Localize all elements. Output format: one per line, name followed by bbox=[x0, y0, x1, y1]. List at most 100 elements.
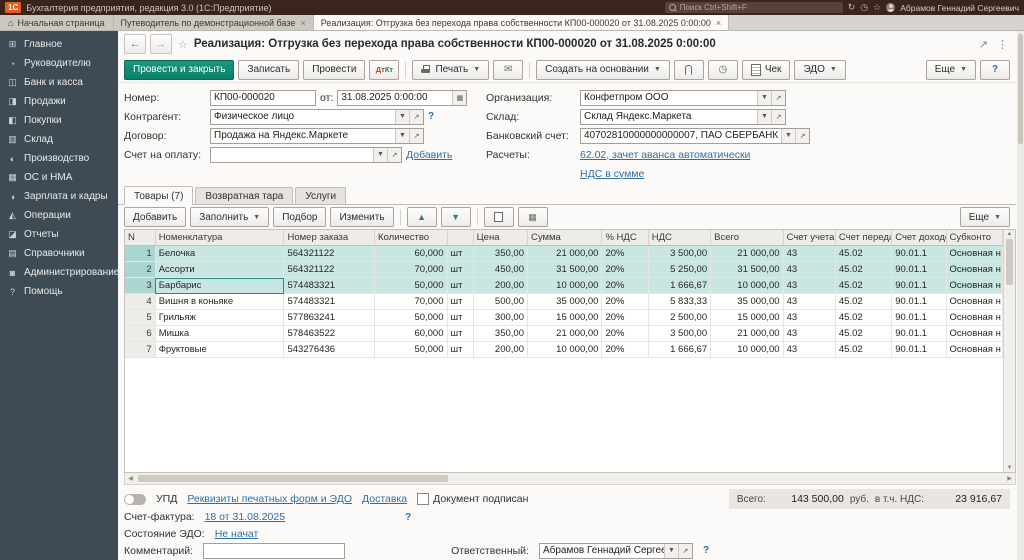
open-item-icon[interactable]: ↗ bbox=[409, 109, 423, 124]
move-up-button[interactable]: ▲ bbox=[406, 207, 437, 227]
table-cell[interactable]: Грильяж bbox=[155, 309, 285, 326]
table-cell[interactable]: 21 000,00 bbox=[710, 245, 784, 262]
dropdown-icon[interactable]: ▼ bbox=[757, 90, 771, 105]
sidebar-item-directories[interactable]: ▤ Справочники bbox=[0, 244, 118, 263]
forward-button[interactable]: → bbox=[150, 34, 172, 54]
post-and-close-button[interactable]: Провести и закрыть bbox=[124, 59, 235, 80]
table-row-4[interactable]: 4 Вишня в коньяке 574483321 70,000 шт 500,00 3… bbox=[125, 293, 1003, 310]
reminder-button[interactable]: ◷ bbox=[707, 59, 738, 80]
more-button[interactable]: Еще ▼ bbox=[925, 59, 976, 80]
table-cell[interactable]: 2 bbox=[125, 261, 156, 278]
scrollbar-thumb[interactable] bbox=[1006, 239, 1013, 285]
table-cell[interactable]: 90.01.1 bbox=[891, 341, 947, 358]
sidebar-item-admin[interactable]: ◙ Администрирование bbox=[0, 263, 120, 282]
sidebar-item-assets[interactable]: ▦ ОС и НМА bbox=[0, 168, 118, 187]
table-cell[interactable]: 35 000,00 bbox=[527, 293, 603, 310]
calendar-icon[interactable]: ▦ bbox=[452, 90, 467, 105]
document-signed-checkbox[interactable]: Документ подписан bbox=[417, 493, 528, 505]
table-cell[interactable]: Фруктовые bbox=[155, 341, 285, 358]
table-cell[interactable]: 43 bbox=[783, 261, 836, 278]
open-item-icon[interactable]: ↗ bbox=[771, 109, 785, 124]
column-header-6[interactable]: Сумма bbox=[527, 230, 603, 246]
table-cell[interactable]: 1 bbox=[125, 245, 156, 262]
table-cell[interactable]: 200,00 bbox=[473, 277, 528, 294]
table-cell[interactable]: шт bbox=[447, 261, 474, 278]
payment-invoice-field[interactable]: ▼ ↗ bbox=[210, 146, 402, 163]
table-row-3[interactable]: 3 Барбарис 574483321 50,000 шт 200,00 10 000,0… bbox=[125, 277, 1003, 294]
sidebar-item-help[interactable]: ? Помощь bbox=[0, 282, 118, 301]
column-header-13[interactable]: Субконто bbox=[946, 230, 1003, 246]
add-payment-invoice-link[interactable]: Добавить bbox=[406, 149, 452, 161]
fill-button[interactable]: Заполнить ▼ bbox=[190, 207, 270, 227]
table-cell[interactable]: 5 bbox=[125, 309, 156, 326]
checkbox-icon[interactable] bbox=[417, 493, 430, 505]
table-cell[interactable]: 564321122 bbox=[283, 245, 376, 262]
table-cell[interactable]: 4 bbox=[125, 293, 156, 310]
table-cell[interactable]: 60,000 bbox=[374, 325, 448, 342]
table-cell[interactable]: 50,000 bbox=[374, 309, 448, 326]
open-link-icon[interactable]: ↗ bbox=[976, 38, 991, 51]
add-row-button[interactable]: Добавить bbox=[124, 207, 187, 227]
table-cell[interactable]: 577863241 bbox=[283, 309, 376, 326]
number-field[interactable]: КП00-000020 bbox=[210, 89, 316, 106]
table-cell[interactable]: Основная н bbox=[946, 325, 1003, 342]
table-cell[interactable]: 21 000,00 bbox=[527, 245, 603, 262]
column-header-12[interactable]: Счет доходов bbox=[891, 230, 947, 246]
table-cell[interactable]: 45.02 bbox=[835, 293, 893, 310]
user-name[interactable]: Абрамов Геннадий Сергеевич bbox=[900, 3, 1019, 13]
table-cell[interactable]: 43 bbox=[783, 245, 836, 262]
table-cell[interactable]: Барбарис bbox=[155, 277, 285, 294]
dropdown-icon[interactable]: ▼ bbox=[757, 109, 771, 124]
table-cell[interactable]: 20% bbox=[601, 293, 649, 310]
table-cell[interactable]: 70,000 bbox=[374, 261, 448, 278]
table-cell[interactable]: 578463522 bbox=[283, 325, 376, 342]
table-cell[interactable]: Основная н bbox=[946, 341, 1003, 358]
date-field[interactable]: 31.08.2025 0:00:00 ▦ bbox=[337, 89, 468, 106]
table-cell[interactable]: 43 bbox=[783, 309, 836, 326]
send-email-button[interactable]: ✉ bbox=[493, 59, 524, 80]
table-cell[interactable]: 3 bbox=[125, 277, 156, 294]
table-cell[interactable]: 574483321 bbox=[283, 293, 376, 310]
help-icon[interactable]: ? bbox=[703, 545, 709, 556]
table-row-2[interactable]: 2 Ассорти 564321122 70,000 шт 450,00 31 500,00… bbox=[125, 261, 1003, 278]
column-header-9[interactable]: Всего bbox=[710, 230, 784, 246]
table-cell[interactable]: 50,000 bbox=[374, 341, 448, 358]
table-cell[interactable]: шт bbox=[447, 245, 474, 262]
column-header-10[interactable]: Счет учета bbox=[783, 230, 836, 246]
sidebar-item-reports[interactable]: ◪ Отчеты bbox=[0, 225, 118, 244]
dropdown-icon[interactable]: ▼ bbox=[373, 147, 387, 162]
table-cell[interactable]: 90.01.1 bbox=[891, 277, 947, 294]
dropdown-icon[interactable]: ▼ bbox=[395, 128, 409, 143]
open-item-icon[interactable]: ↗ bbox=[771, 90, 785, 105]
table-cell[interactable]: 350,00 bbox=[473, 325, 528, 342]
responsible-field[interactable]: Абрамов Геннадий Сергеевич ▼ ↗ bbox=[538, 542, 693, 559]
table-cell[interactable]: 43 bbox=[783, 325, 836, 342]
scroll-right-icon[interactable]: ▶ bbox=[1004, 476, 1015, 482]
table-cell[interactable]: 90.01.1 bbox=[891, 261, 947, 278]
table-cell[interactable]: 543276436 bbox=[283, 341, 376, 358]
table-cell[interactable]: 3 500,00 bbox=[648, 325, 712, 342]
user-avatar[interactable] bbox=[886, 3, 896, 12]
table-cell[interactable]: Основная н bbox=[946, 245, 1003, 262]
print-forms-requisites-link[interactable]: Реквизиты печатных форм и ЭДО bbox=[187, 493, 352, 505]
help-icon[interactable]: ? bbox=[405, 512, 411, 523]
table-cell[interactable]: 50,000 bbox=[374, 277, 448, 294]
table-cell[interactable]: 43 bbox=[783, 277, 836, 294]
column-header-1[interactable]: Номенклатура bbox=[155, 230, 285, 246]
table-cell[interactable]: Основная н bbox=[946, 309, 1003, 326]
table-cell[interactable]: Основная н bbox=[946, 261, 1003, 278]
table-cell[interactable]: Основная н bbox=[946, 293, 1003, 310]
table-cell[interactable]: 43 bbox=[783, 341, 836, 358]
table-cell[interactable]: шт bbox=[447, 293, 474, 310]
table-cell[interactable]: шт bbox=[447, 277, 474, 294]
table-cell[interactable]: 45.02 bbox=[835, 309, 893, 326]
open-item-icon[interactable]: ↗ bbox=[677, 543, 692, 558]
table-cell[interactable]: 90.01.1 bbox=[891, 309, 947, 326]
refresh-icon[interactable]: ↻ bbox=[848, 3, 856, 12]
upd-toggle[interactable] bbox=[124, 493, 146, 505]
table-cell[interactable]: 21 000,00 bbox=[710, 325, 784, 342]
table-more-button[interactable]: Еще ▼ bbox=[959, 207, 1010, 227]
table-cell[interactable]: Мишка bbox=[155, 325, 285, 342]
table-cell[interactable]: 10 000,00 bbox=[527, 341, 603, 358]
column-header-0[interactable]: N bbox=[125, 230, 156, 246]
